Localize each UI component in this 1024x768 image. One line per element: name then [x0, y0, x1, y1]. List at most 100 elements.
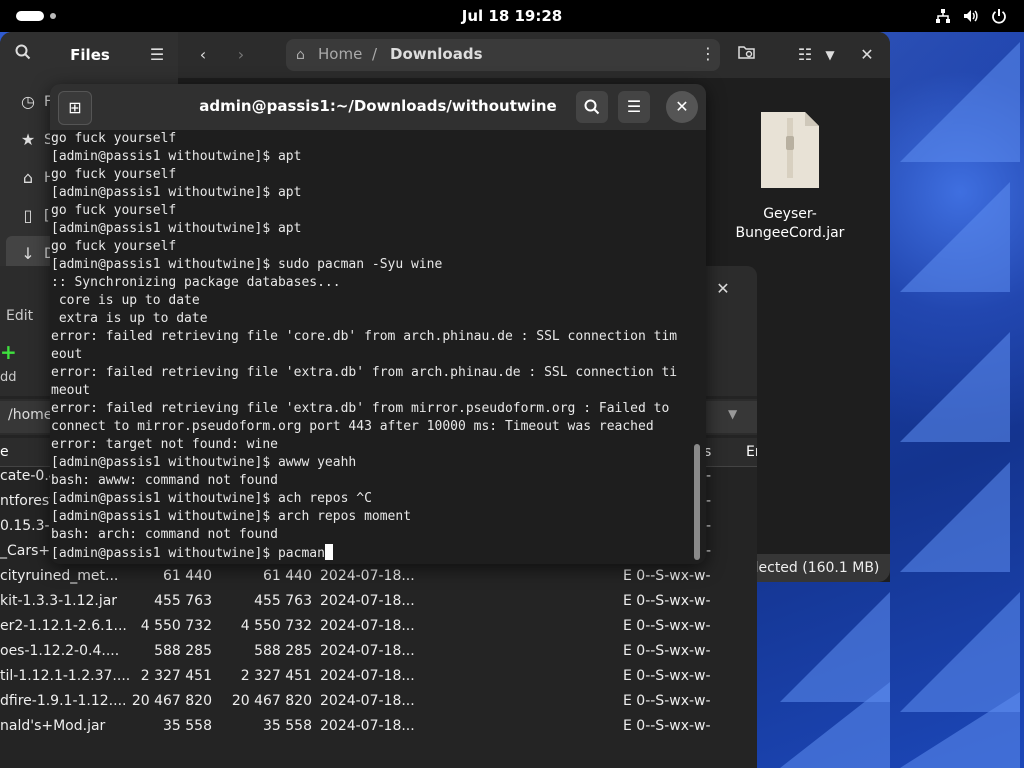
- path-current[interactable]: Downloads: [390, 45, 483, 63]
- table-row[interactable]: cityruined_met... 61 440 61 440 2024-07-18.…: [0, 564, 757, 589]
- path-separator: /: [372, 45, 378, 63]
- download-icon[interactable]: ↓: [18, 244, 38, 264]
- jar-file-icon[interactable]: [757, 108, 823, 192]
- wallpaper-shape: [780, 592, 890, 702]
- wallpaper-shape: [900, 42, 1020, 162]
- wallpaper-shape: [900, 182, 1010, 292]
- terminal-line: [admin@passis1 withoutwine]$ apt: [51, 185, 302, 200]
- row-name: ntforest: [0, 493, 55, 509]
- selection-status: elected (160.1 MB): [740, 554, 890, 582]
- path-home[interactable]: Home: [318, 45, 362, 63]
- add-label[interactable]: dd: [0, 370, 17, 385]
- path-bar[interactable]: ⌂ Home / Downloads ⋮: [286, 39, 720, 71]
- wallpaper-shape: [900, 592, 1020, 712]
- row-packed: 2 327 451: [240, 668, 312, 684]
- terminal-line: error: failed retrieving file 'core.db' …: [51, 329, 678, 344]
- row-date: 2024-07-18...: [320, 643, 415, 659]
- row-size: 455 763: [154, 593, 212, 609]
- desktop-file-label[interactable]: Geyser-BungeeCord.jar: [722, 205, 858, 243]
- terminal-line: [admin@passis1 withoutwine]$ sudo pacman…: [51, 257, 443, 272]
- table-row[interactable]: dfire-1.9.1-1.12.... 20 467 820 20 467 820…: [0, 689, 757, 714]
- terminal-line: eout: [51, 347, 83, 362]
- search-icon[interactable]: [8, 40, 38, 70]
- chevron-down-icon[interactable]: ▼: [818, 40, 842, 70]
- files-app-title: Files: [70, 46, 110, 64]
- terminal-line: [admin@passis1 withoutwine]$ apt: [51, 221, 302, 236]
- terminal-line: error: failed retrieving file 'extra.db'…: [51, 401, 670, 416]
- column-e[interactable]: Er: [746, 438, 757, 466]
- terminal-line: error: target not found: wine: [51, 437, 278, 452]
- table-row[interactable]: nald's+Mod.jar 35 558 35 558 2024-07-18... E…: [0, 714, 757, 739]
- table-row[interactable]: til-1.12.1-1.2.37.... 2 327 451 2 327 451 2…: [0, 664, 757, 689]
- view-list-icon[interactable]: ☷: [790, 40, 820, 70]
- row-attr: E 0--S-wx-w-: [623, 568, 711, 584]
- table-row[interactable]: er2-1.12.1-2.6.1... 4 550 732 4 550 732 202…: [0, 614, 757, 639]
- row-size: 2 327 451: [140, 668, 212, 684]
- close-icon[interactable]: ✕: [852, 40, 882, 70]
- menu-edit[interactable]: Edit: [6, 308, 33, 324]
- table-row[interactable]: oes-1.12.2-0.4.... 588 285 588 285 2024-07-…: [0, 639, 757, 664]
- row-attr: -: [706, 468, 712, 484]
- row-name: cityruined_met...: [0, 568, 119, 584]
- terminal-line: :: Synchronizing package databases...: [51, 275, 341, 290]
- terminal-line: [admin@passis1 withoutwine]$ arch repos …: [51, 509, 412, 524]
- recent-icon[interactable]: ◷: [18, 92, 38, 112]
- search-folder-icon[interactable]: [732, 40, 762, 70]
- terminal-prompt-text: [admin@passis1 withoutwine]$ pacman: [51, 546, 325, 560]
- search-icon[interactable]: [576, 91, 608, 123]
- add-icon[interactable]: +: [0, 342, 17, 362]
- column-name[interactable]: e: [0, 438, 9, 466]
- chevron-down-icon[interactable]: ▼: [728, 407, 737, 421]
- forward-arrow-icon[interactable]: ›: [226, 40, 256, 70]
- hamburger-menu-icon[interactable]: ☰: [142, 40, 172, 70]
- row-attr: E 0--S-wx-w-: [623, 618, 711, 634]
- terminal-line: core is up to date: [51, 293, 200, 308]
- home-icon[interactable]: ⌂: [18, 168, 38, 188]
- row-attr: -: [706, 543, 712, 559]
- sidebar-item-label: [: [44, 208, 50, 224]
- clock[interactable]: Jul 18 19:28: [0, 0, 1024, 32]
- row-attr: E 0--S-wx-w-: [623, 693, 711, 709]
- terminal-output[interactable]: go fuck yourself [admin@passis1 withoutwi…: [51, 130, 691, 560]
- row-packed: 61 440: [263, 568, 312, 584]
- terminal-cursor: [324, 544, 333, 560]
- terminal-prompt-line[interactable]: [admin@passis1 withoutwine]$ pacman: [51, 544, 691, 560]
- wallpaper-shape: [900, 332, 1010, 442]
- terminal-line: [admin@passis1 withoutwine]$ apt: [51, 149, 302, 164]
- terminal-window: ⊞ admin@passis1:~/Downloads/withoutwine …: [50, 84, 706, 564]
- close-icon[interactable]: ✕: [666, 91, 698, 123]
- row-date: 2024-07-18...: [320, 668, 415, 684]
- row-packed: 20 467 820: [231, 693, 312, 709]
- power-icon[interactable]: [991, 8, 1007, 24]
- terminal-line: extra is up to date: [51, 311, 208, 326]
- wallpaper-shape: [900, 462, 1010, 572]
- terminal-line: meout: [51, 383, 91, 398]
- row-attr: E 0--S-wx-w-: [623, 718, 711, 734]
- documents-icon[interactable]: ▯: [18, 206, 38, 226]
- row-attr: E 0--S-wx-w-: [623, 668, 711, 684]
- row-name: nald's+Mod.jar: [0, 718, 106, 734]
- row-size: 61 440: [163, 568, 212, 584]
- row-name: er2-1.12.1-2.6.1...: [0, 618, 127, 634]
- row-date: 2024-07-18...: [320, 568, 415, 584]
- close-icon[interactable]: ✕: [708, 274, 738, 304]
- path-menu-icon[interactable]: ⋮: [700, 44, 716, 63]
- row-size: 35 558: [163, 718, 212, 734]
- row-attr: E 0--S-wx-w-: [623, 643, 711, 659]
- terminal-line: [admin@passis1 withoutwine]$ awww yeahh: [51, 455, 357, 470]
- back-arrow-icon[interactable]: ‹: [188, 40, 218, 70]
- terminal-line: go fuck yourself: [51, 239, 177, 254]
- hamburger-menu-icon[interactable]: ☰: [618, 91, 650, 123]
- row-packed: 588 285: [254, 643, 312, 659]
- terminal-line: [admin@passis1 withoutwine]$ ach repos ^…: [51, 491, 372, 506]
- starred-icon[interactable]: ★: [18, 130, 38, 150]
- network-icon[interactable]: [935, 8, 951, 24]
- table-row[interactable]: kit-1.3.3-1.12.jar 455 763 455 763 2024-07-…: [0, 589, 757, 614]
- terminal-scrollbar[interactable]: [694, 444, 700, 560]
- terminal-line: go fuck yourself: [51, 167, 177, 182]
- top-bar: Jul 18 19:28: [0, 0, 1024, 32]
- terminal-line: bash: arch: command not found: [51, 527, 278, 542]
- terminal-line: error: failed retrieving file 'extra.db'…: [51, 365, 678, 380]
- row-date: 2024-07-18...: [320, 693, 415, 709]
- volume-icon[interactable]: [963, 8, 979, 24]
